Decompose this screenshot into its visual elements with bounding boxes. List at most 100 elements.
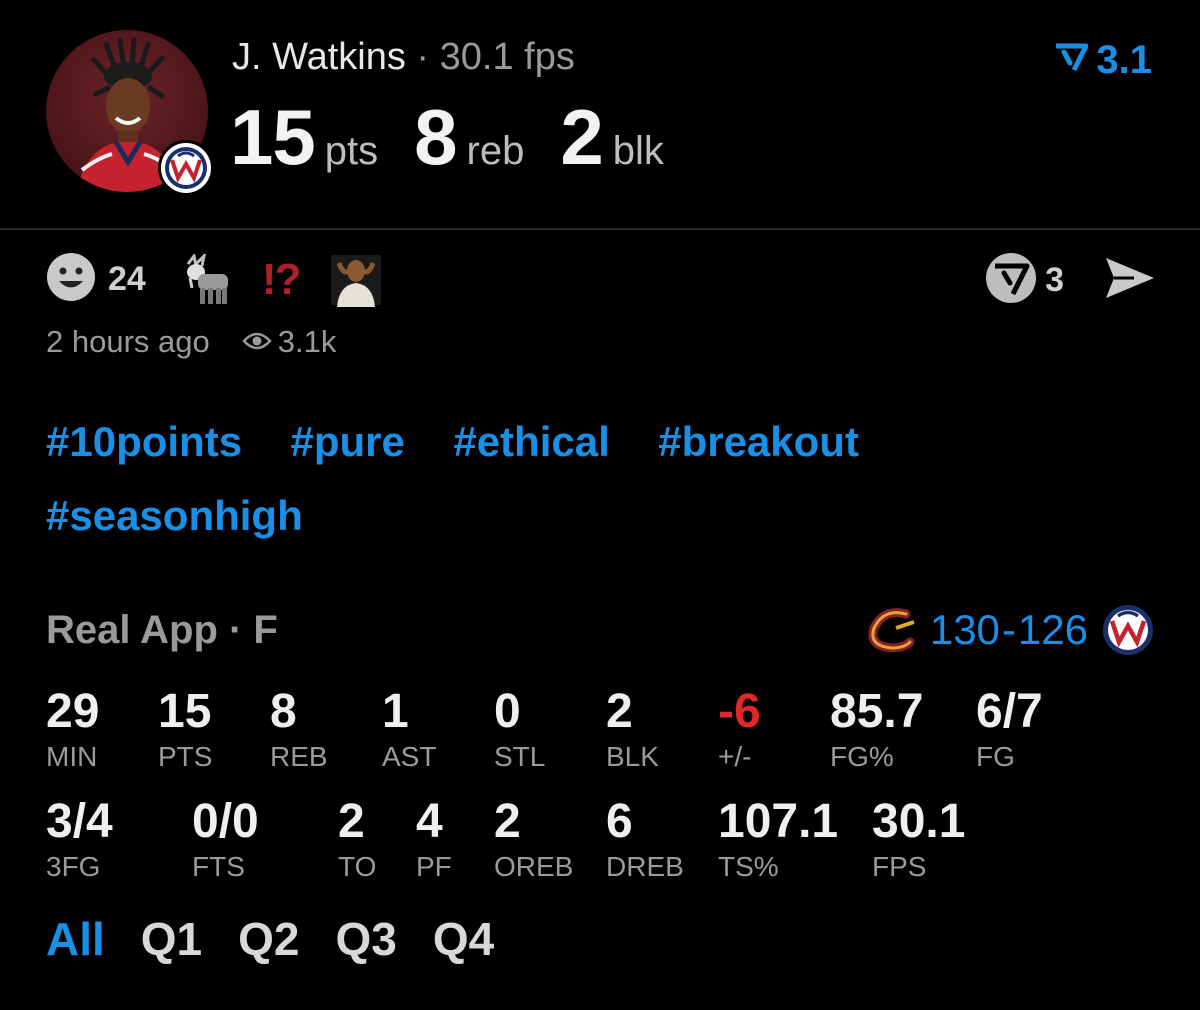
stat-min: 29 MIN [46, 684, 99, 773]
away-score: 126 [1017, 606, 1088, 653]
stat-value: 85.7 [830, 685, 924, 738]
stat-label: AST [382, 741, 437, 772]
post-meta: 2 hours ago 3.1k [46, 324, 336, 360]
tab-q1[interactable]: Q1 [141, 912, 202, 966]
separator-dot: · [416, 36, 430, 78]
interrobang-reaction[interactable]: !? [262, 255, 302, 305]
hashtag-link[interactable]: #pure [291, 418, 405, 466]
reaction-bar: 24 !? [46, 252, 413, 307]
tab-all[interactable]: All [46, 912, 105, 966]
headline-points-value: 15 [230, 93, 316, 181]
stat-value: 2 [494, 795, 521, 848]
stat-value: 0 [494, 685, 521, 738]
player-header-line: J. Watkins · 30.1 fps [232, 36, 575, 79]
stat-ts-pct: 107.1 TS% [718, 794, 838, 883]
stat-label: +/- [718, 741, 752, 772]
real-rating-icon [1054, 38, 1089, 83]
post-time: 2 hours ago [46, 324, 210, 359]
quarter-tabs: All Q1 Q2 Q3 Q4 [46, 912, 530, 966]
rating-value: 3.1 [1096, 38, 1152, 82]
stat-plus-minus: -6 +/- [718, 684, 761, 773]
view-count-value: 3.1k [277, 324, 337, 359]
stat-dreb: 6 DREB [606, 794, 684, 883]
rating-badge[interactable]: 3.1 [1054, 38, 1152, 83]
stat-to: 2 TO [338, 794, 376, 883]
stat-reb: 8 REB [270, 684, 328, 773]
stat-value: 15 [158, 685, 212, 738]
stat-value: -6 [718, 685, 761, 738]
hashtag-link[interactable]: #10points [46, 418, 242, 466]
stat-label: 3FG [46, 851, 101, 882]
wizards-logo-icon [1102, 604, 1154, 656]
headline-points-unit: pts [324, 129, 379, 173]
shocked-person-emoji[interactable] [329, 253, 383, 307]
stat-value: 3/4 [46, 795, 113, 848]
stat-ast: 1 AST [382, 684, 436, 773]
real-logo-icon[interactable] [985, 252, 1037, 309]
stat-stl: 0 STL [494, 684, 545, 773]
stat-fps: 30.1 FPS [872, 794, 965, 883]
stat-value: 6 [606, 795, 633, 848]
player-name[interactable]: J. Watkins [232, 36, 406, 78]
hashtag-list: #10points #pure #ethical #breakout #seas… [46, 418, 1146, 566]
stat-label: PTS [158, 741, 213, 772]
game-summary[interactable]: Real App · F 130 - 126 [46, 604, 1154, 656]
stat-label: STL [494, 741, 546, 772]
tab-q4[interactable]: Q4 [433, 912, 494, 966]
stat-value: 30.1 [872, 795, 966, 848]
game-score: 130 - 126 [866, 604, 1154, 656]
stat-label: TS% [718, 851, 779, 882]
send-icon[interactable] [1104, 256, 1156, 305]
game-source-title: Real App · F [46, 607, 278, 652]
stat-3fg: 3/4 3FG [46, 794, 113, 883]
headline-stats: 15 pts 8 reb 2 blk [230, 92, 700, 183]
hashtag-link[interactable]: #ethical [453, 418, 609, 466]
stat-label: MIN [46, 741, 98, 772]
stat-value: 29 [46, 685, 100, 738]
smile-icon[interactable] [46, 252, 96, 307]
headline-blocks-value: 2 [560, 93, 603, 181]
headline-rebounds-unit: reb [466, 129, 525, 173]
stat-blk: 2 BLK [606, 684, 659, 773]
headline-rebounds-value: 8 [414, 93, 457, 181]
stat-fg: 6/7 FG [976, 684, 1043, 773]
stat-fts: 0/0 FTS [192, 794, 259, 883]
stat-oreb: 2 OREB [494, 794, 573, 883]
stat-fg-pct: 85.7 FG% [830, 684, 923, 773]
score-dash: - [1001, 606, 1016, 653]
stat-value: 2 [606, 685, 633, 738]
comment-count: 3 [1045, 261, 1064, 299]
fps-value: 30.1 fps [439, 36, 575, 78]
stat-label: FPS [872, 851, 927, 882]
stat-label: FG [976, 741, 1015, 772]
hashtag-link[interactable]: #breakout [658, 418, 859, 466]
home-score: 130 [929, 606, 1000, 653]
stat-label: DREB [606, 851, 684, 882]
goat-emoji[interactable] [180, 253, 232, 306]
stat-label: REB [270, 741, 328, 772]
stat-label: FG% [830, 741, 894, 772]
stat-pts: 15 PTS [158, 684, 212, 773]
stat-label: OREB [494, 851, 574, 882]
stat-label: FTS [192, 851, 245, 882]
header-divider [0, 228, 1200, 230]
view-count: 3.1k [236, 324, 337, 360]
stat-value: 4 [416, 795, 443, 848]
stat-value: 1 [382, 685, 409, 738]
stat-value: 6/7 [976, 685, 1043, 738]
stat-label: BLK [606, 741, 659, 772]
wizards-logo-icon [158, 140, 214, 196]
post-actions: 3 [985, 252, 1156, 309]
headline-blocks-unit: blk [612, 129, 664, 173]
hashtag-link[interactable]: #seasonhigh [46, 492, 303, 540]
tab-q2[interactable]: Q2 [238, 912, 299, 966]
smile-reaction-count: 24 [108, 260, 146, 298]
stat-label: TO [338, 851, 377, 882]
stat-pf: 4 PF [416, 794, 452, 883]
stat-value: 2 [338, 795, 365, 848]
cavaliers-logo-icon [866, 608, 918, 652]
stat-value: 0/0 [192, 795, 259, 848]
tab-q3[interactable]: Q3 [336, 912, 397, 966]
stat-value: 107.1 [718, 795, 839, 848]
stat-label: PF [416, 851, 452, 882]
